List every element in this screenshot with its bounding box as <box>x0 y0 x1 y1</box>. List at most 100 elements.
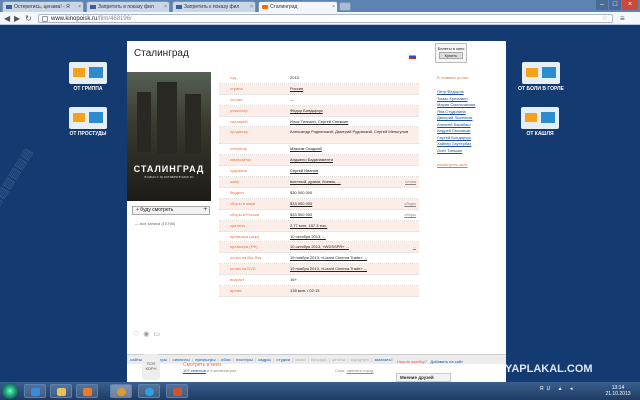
info-row: релиз на DVD 19 ноября 2013, «Lizard Cine… <box>219 264 419 276</box>
ad-left-bottom[interactable]: ОТ ПРОСТУДЫ <box>63 107 113 137</box>
taskbar-app[interactable] <box>166 384 188 398</box>
bookmark-star-icon[interactable]: ☆ <box>602 15 608 23</box>
nav-item[interactable]: студии <box>276 357 290 362</box>
info-row: возраст 16+ <box>219 275 419 287</box>
start-button[interactable] <box>2 383 18 399</box>
info-row: продюсер Александр Роднянский, Дмитрий Ру… <box>219 127 419 145</box>
info-value[interactable]: Илья Тилькин, Сергей Снежкин <box>290 117 409 127</box>
nav-item[interactable]: цитаты <box>332 357 345 362</box>
info-row: сборы в России $33 500 000 сборы <box>219 210 419 221</box>
info-key: время <box>230 288 242 294</box>
info-key: бюджет <box>230 190 245 196</box>
info-value[interactable]: Россия <box>290 84 409 94</box>
nav-item[interactable]: сайты <box>130 357 142 362</box>
skype-icon <box>145 388 154 396</box>
nav-separator: | <box>291 357 295 362</box>
url-input[interactable]: www.kinopoisk.ru/film/468196/ ☆ <box>38 14 613 23</box>
comment-icon[interactable]: ▭ <box>153 331 164 338</box>
tab-2[interactable]: Запретить в показу фил × <box>86 1 170 12</box>
maximize-icon[interactable]: □ <box>609 0 621 10</box>
info-row: слоган — <box>219 95 419 106</box>
info-value[interactable]: 2.77 млн, 187.3 тыс. <box>290 221 409 231</box>
eye-icon[interactable]: ◉ <box>143 331 153 338</box>
info-key: премьера (мир) <box>230 233 260 239</box>
tab-close-icon[interactable]: × <box>78 4 81 10</box>
info-value[interactable]: военный, драма, боевик, ... <box>290 177 409 187</box>
watch-later-button[interactable]: + буду смотреть + <box>132 206 210 215</box>
ad-right-bottom[interactable]: ОТ КАШЛЯ <box>515 107 565 137</box>
ad-pack-icon <box>69 107 107 129</box>
nav-item[interactable]: связи <box>295 357 305 362</box>
new-tab-button[interactable] <box>339 2 351 11</box>
info-value[interactable]: Александр Роднянский, Дмитрий Рудовский,… <box>290 129 409 134</box>
info-value[interactable]: Фёдор Бондарчук <box>290 106 409 116</box>
taskbar-chrome[interactable] <box>110 384 132 398</box>
minimize-icon[interactable]: – <box>596 0 608 10</box>
cast-member-link[interactable]: Олег Тилькин <box>437 148 497 155</box>
poster-subtitle: В КИНО С 10 ОКТЯБРЯ В IMAX 3D <box>144 175 194 179</box>
sessions-link[interactable]: 107 сеансов <box>183 368 206 373</box>
info-value[interactable]: Максим Осадчий <box>290 144 409 154</box>
info-key: страна <box>230 85 243 91</box>
nav-item[interactable]: награды <box>311 357 327 362</box>
taskbar-media[interactable] <box>76 384 98 398</box>
tickets-box: Билеты в кино Купить <box>435 43 467 63</box>
nav-item[interactable]: постеры <box>236 357 253 362</box>
wrench-menu-icon[interactable]: ≡ <box>620 14 625 23</box>
tab-label: Запретить к показу фил <box>184 4 240 10</box>
cast-more-link[interactable]: посмотреть всех <box>437 162 497 167</box>
info-value[interactable]: 10 октября 2013, ... <box>290 232 409 242</box>
taskbar-skype[interactable] <box>138 384 160 398</box>
add-to-site-link[interactable]: Добавить на сайт <box>430 359 463 364</box>
taskbar-ie[interactable] <box>24 384 46 398</box>
ad-label: ОТ ГРИППА <box>73 86 103 92</box>
info-extra-link[interactable]: слова <box>405 177 416 187</box>
tab-1[interactable]: Остерегись, цензма! - Я × <box>2 1 84 12</box>
tab-active[interactable]: Сталинград × <box>258 1 338 12</box>
plus-icon[interactable]: + <box>203 207 207 214</box>
info-key: сборы в мире <box>230 200 256 206</box>
tab-close-icon[interactable]: × <box>164 4 167 10</box>
info-value[interactable]: 19 ноября 2013, «Lizard Cinema Trade» ..… <box>290 264 409 274</box>
votes-link[interactable]: — все записи (10796) <box>135 221 175 226</box>
like-icon[interactable]: ♡ <box>133 331 143 338</box>
report-error-link[interactable]: Нашли ошибку? <box>397 359 427 364</box>
tab-close-icon[interactable]: × <box>250 4 253 10</box>
info-row: зрители 2.77 млн, 187.3 тыс. <box>219 220 419 232</box>
back-icon[interactable]: ◀ <box>4 14 10 23</box>
tab-3[interactable]: Запретить к показу фил × <box>172 1 256 12</box>
buy-tickets-button[interactable]: Купить <box>439 52 463 59</box>
nav-item[interactable]: саундтрек <box>350 357 369 362</box>
city-name: Сочи <box>335 368 345 373</box>
nav-separator: | <box>271 357 276 362</box>
nav-item[interactable]: кадры <box>258 357 271 362</box>
clock[interactable]: 13:14 21.10.2013 <box>600 385 636 397</box>
ad-left-top[interactable]: ОТ ГРИППА <box>63 62 113 92</box>
nav-item[interactable]: заказать! <box>374 357 392 362</box>
info-extra-link[interactable]: сборы <box>404 199 416 209</box>
info-row: композитор Анджело Бадаламенти <box>219 155 419 167</box>
info-value[interactable]: Сергей Иванов <box>290 166 409 176</box>
info-value[interactable]: 19 ноября 2013, «Lizard Cinema Trade» ..… <box>290 253 409 263</box>
taskbar-explorer[interactable] <box>50 384 72 398</box>
info-value[interactable]: $33 500 000 <box>290 210 409 220</box>
ad-label: ОТ КАШЛЯ <box>526 131 554 137</box>
info-extra-link[interactable]: сборы <box>404 210 416 220</box>
film-poster[interactable]: СТАЛИНГРАД В КИНО С 10 ОКТЯБРЯ В IMAX 3D <box>127 72 211 201</box>
ad-pack-icon <box>521 107 559 129</box>
info-extra-link[interactable]: ... <box>413 242 416 252</box>
friends-opinion-tab[interactable]: Мнение друзей <box>396 373 451 382</box>
ad-right-top[interactable]: ОТ БОЛИ В ГОРЛЕ <box>511 62 571 92</box>
info-value[interactable]: 10 октября 2013, «WDSSPR» ... <box>290 242 409 252</box>
tab-close-icon[interactable]: × <box>332 4 335 10</box>
info-value[interactable]: Анджело Бадаламенти <box>290 155 409 165</box>
change-city-link[interactable]: сменить город <box>347 368 374 373</box>
ad-label: ОТ БОЛИ В ГОРЛЕ <box>518 86 564 92</box>
popcorn-icon: ПОП КОРН <box>142 354 160 380</box>
reload-icon[interactable]: ↻ <box>25 14 32 23</box>
info-key: оператор <box>230 146 248 152</box>
close-window-icon[interactable]: × <box>622 0 638 10</box>
forward-icon[interactable]: ▶ <box>14 14 20 23</box>
language-indicator[interactable]: RU <box>540 386 553 392</box>
info-value[interactable]: $33 900 000 <box>290 199 409 209</box>
